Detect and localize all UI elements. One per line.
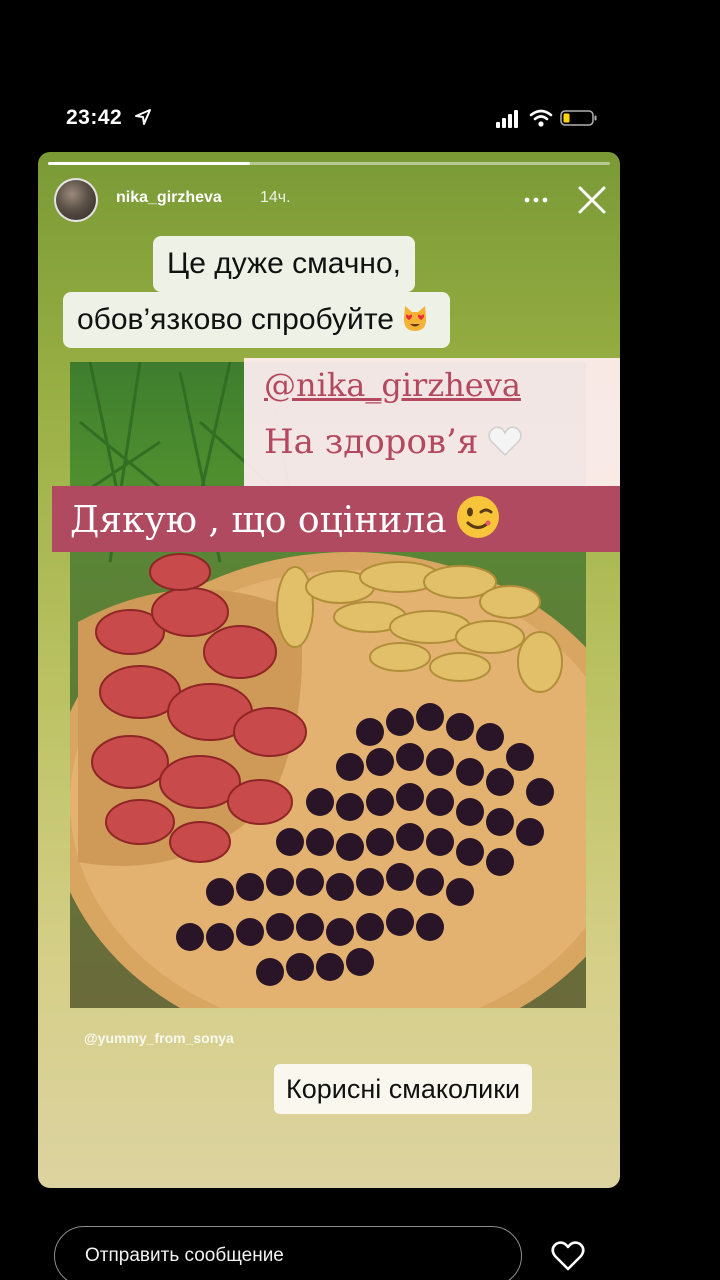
status-bar: 23:42 xyxy=(0,0,720,150)
winking-face-emoji xyxy=(456,496,499,538)
location-arrow-icon xyxy=(135,109,151,125)
heart-eyes-cat-emoji xyxy=(403,306,426,331)
thanks-caption: Дякую , що оцінила xyxy=(52,486,620,552)
caption-line-2: обов’язково спробуйте xyxy=(63,292,450,348)
mention-username[interactable]: @nika_girzheva xyxy=(264,366,521,404)
caption-line-1: Це дуже смачно, xyxy=(153,236,416,292)
story-progress-fill xyxy=(48,162,251,165)
like-heart-icon[interactable] xyxy=(550,1240,586,1272)
avatar[interactable] xyxy=(54,178,98,222)
wifi-icon xyxy=(529,109,553,127)
message-input[interactable]: Отправить сообщение xyxy=(54,1226,522,1280)
reply-bar: Отправить сообщение xyxy=(0,1210,720,1280)
signal-icon xyxy=(496,110,518,128)
story-header: nika_girzheva 14ч. xyxy=(38,176,620,226)
battery-icon xyxy=(560,110,597,126)
mention-sticker[interactable]: @nika_girzheva На здоров’я xyxy=(244,358,620,486)
photo-watermark: @yummy_from_sonya xyxy=(84,1030,234,1046)
tag-caption: Корисні смаколики xyxy=(274,1064,533,1114)
story-card[interactable]: nika_girzheva 14ч. Це дуже смачно, обов’… xyxy=(38,152,620,1188)
close-icon[interactable] xyxy=(576,184,608,216)
status-time: 23:42 xyxy=(66,106,123,129)
white-heart-emoji xyxy=(488,426,522,457)
story-progress-bar xyxy=(48,162,610,165)
message-placeholder: Отправить сообщение xyxy=(85,1245,284,1266)
more-options-icon[interactable] xyxy=(522,186,550,214)
thanks-text: Дякую , що оцінила xyxy=(70,494,501,541)
mention-text: На здоров’я xyxy=(264,422,522,462)
story-username[interactable]: nika_girzheva xyxy=(116,189,222,207)
story-time-ago: 14ч. xyxy=(260,189,291,206)
